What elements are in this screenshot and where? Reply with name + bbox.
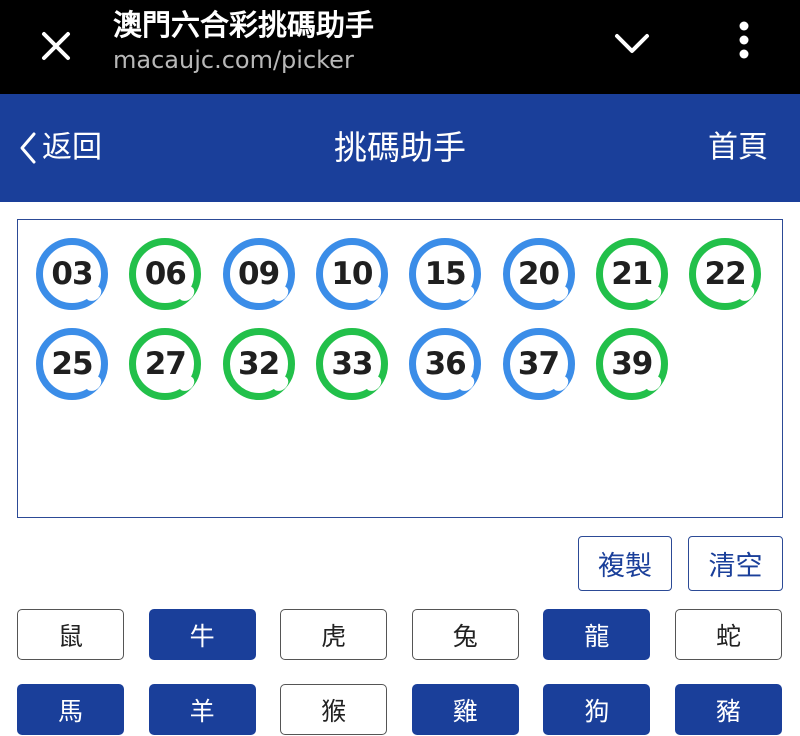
zodiac-button[interactable]: 羊 (148, 684, 256, 735)
browser-bar: 澳門六合彩挑碼助手 macaujc.com/picker (0, 0, 800, 94)
ball-number: 25 (51, 346, 93, 382)
ball-number: 36 (424, 346, 467, 382)
number-ball[interactable]: 09 (222, 238, 295, 310)
back-button[interactable]: 返回 (18, 130, 102, 166)
number-ball[interactable]: 15 (409, 238, 482, 310)
back-label: 返回 (42, 130, 102, 165)
expand-button[interactable] (606, 18, 658, 70)
ball-number: 20 (517, 256, 560, 292)
chevron-left-icon (20, 132, 36, 164)
clear-button[interactable]: 清空 (688, 536, 783, 591)
zodiac-button[interactable]: 雞 (411, 684, 519, 735)
number-ball[interactable]: 22 (689, 238, 762, 310)
number-ball[interactable]: 27 (129, 328, 202, 400)
ball-number: 33 (331, 346, 373, 382)
app-header: 返回 挑碼助手 首頁 (0, 94, 800, 202)
copy-button[interactable]: 複製 (578, 536, 672, 591)
close-icon (42, 32, 70, 60)
number-ball[interactable]: 37 (502, 328, 575, 400)
zodiac-button[interactable]: 狗 (543, 684, 651, 735)
home-link[interactable]: 首頁 (708, 130, 768, 166)
close-button[interactable] (30, 20, 82, 72)
number-ball[interactable]: 33 (315, 328, 388, 400)
ball-number: 27 (144, 346, 187, 382)
number-ball[interactable]: 21 (595, 238, 668, 310)
zodiac-button[interactable]: 兔 (411, 609, 519, 660)
zodiac-button[interactable]: 龍 (543, 609, 651, 660)
number-ball[interactable]: 32 (222, 328, 295, 400)
number-ball[interactable]: 03 (36, 238, 108, 310)
site-title: 澳門六合彩挑碼助手 (113, 8, 375, 42)
ball-number: 22 (704, 256, 747, 292)
ball-number: 39 (611, 346, 653, 382)
more-vertical-icon (739, 21, 749, 59)
number-ball[interactable]: 06 (129, 238, 202, 310)
zodiac-button[interactable]: 虎 (280, 609, 388, 660)
number-ball[interactable]: 20 (502, 238, 575, 310)
ball-number: 21 (611, 256, 653, 292)
ball-number: 09 (238, 256, 280, 292)
zodiac-button[interactable]: 豬 (675, 684, 782, 735)
ball-number: 15 (424, 256, 467, 292)
ball-number: 03 (51, 256, 93, 292)
zodiac-button[interactable]: 蛇 (675, 609, 782, 660)
number-ball[interactable]: 25 (36, 328, 108, 400)
page-title: 挑碼助手 (334, 128, 466, 167)
number-ball[interactable]: 39 (595, 328, 668, 400)
more-menu-button[interactable] (718, 14, 770, 66)
ball-number: 10 (331, 256, 373, 292)
number-ball[interactable]: 10 (315, 238, 388, 310)
number-ball[interactable]: 36 (409, 328, 482, 400)
zodiac-button[interactable]: 牛 (148, 609, 256, 660)
zodiac-button[interactable]: 馬 (17, 684, 124, 735)
chevron-down-icon (615, 34, 649, 53)
selected-numbers-box: 03 06 09 10 15 20 21 22 25 27 32 33 36 37 39 (17, 219, 783, 518)
ball-number: 37 (517, 346, 560, 382)
ball-number: 06 (144, 256, 187, 292)
zodiac-button[interactable]: 猴 (280, 684, 388, 735)
zodiac-button[interactable]: 鼠 (17, 609, 124, 660)
ball-number: 32 (238, 346, 280, 382)
site-url[interactable]: macaujc.com/picker (113, 46, 354, 74)
